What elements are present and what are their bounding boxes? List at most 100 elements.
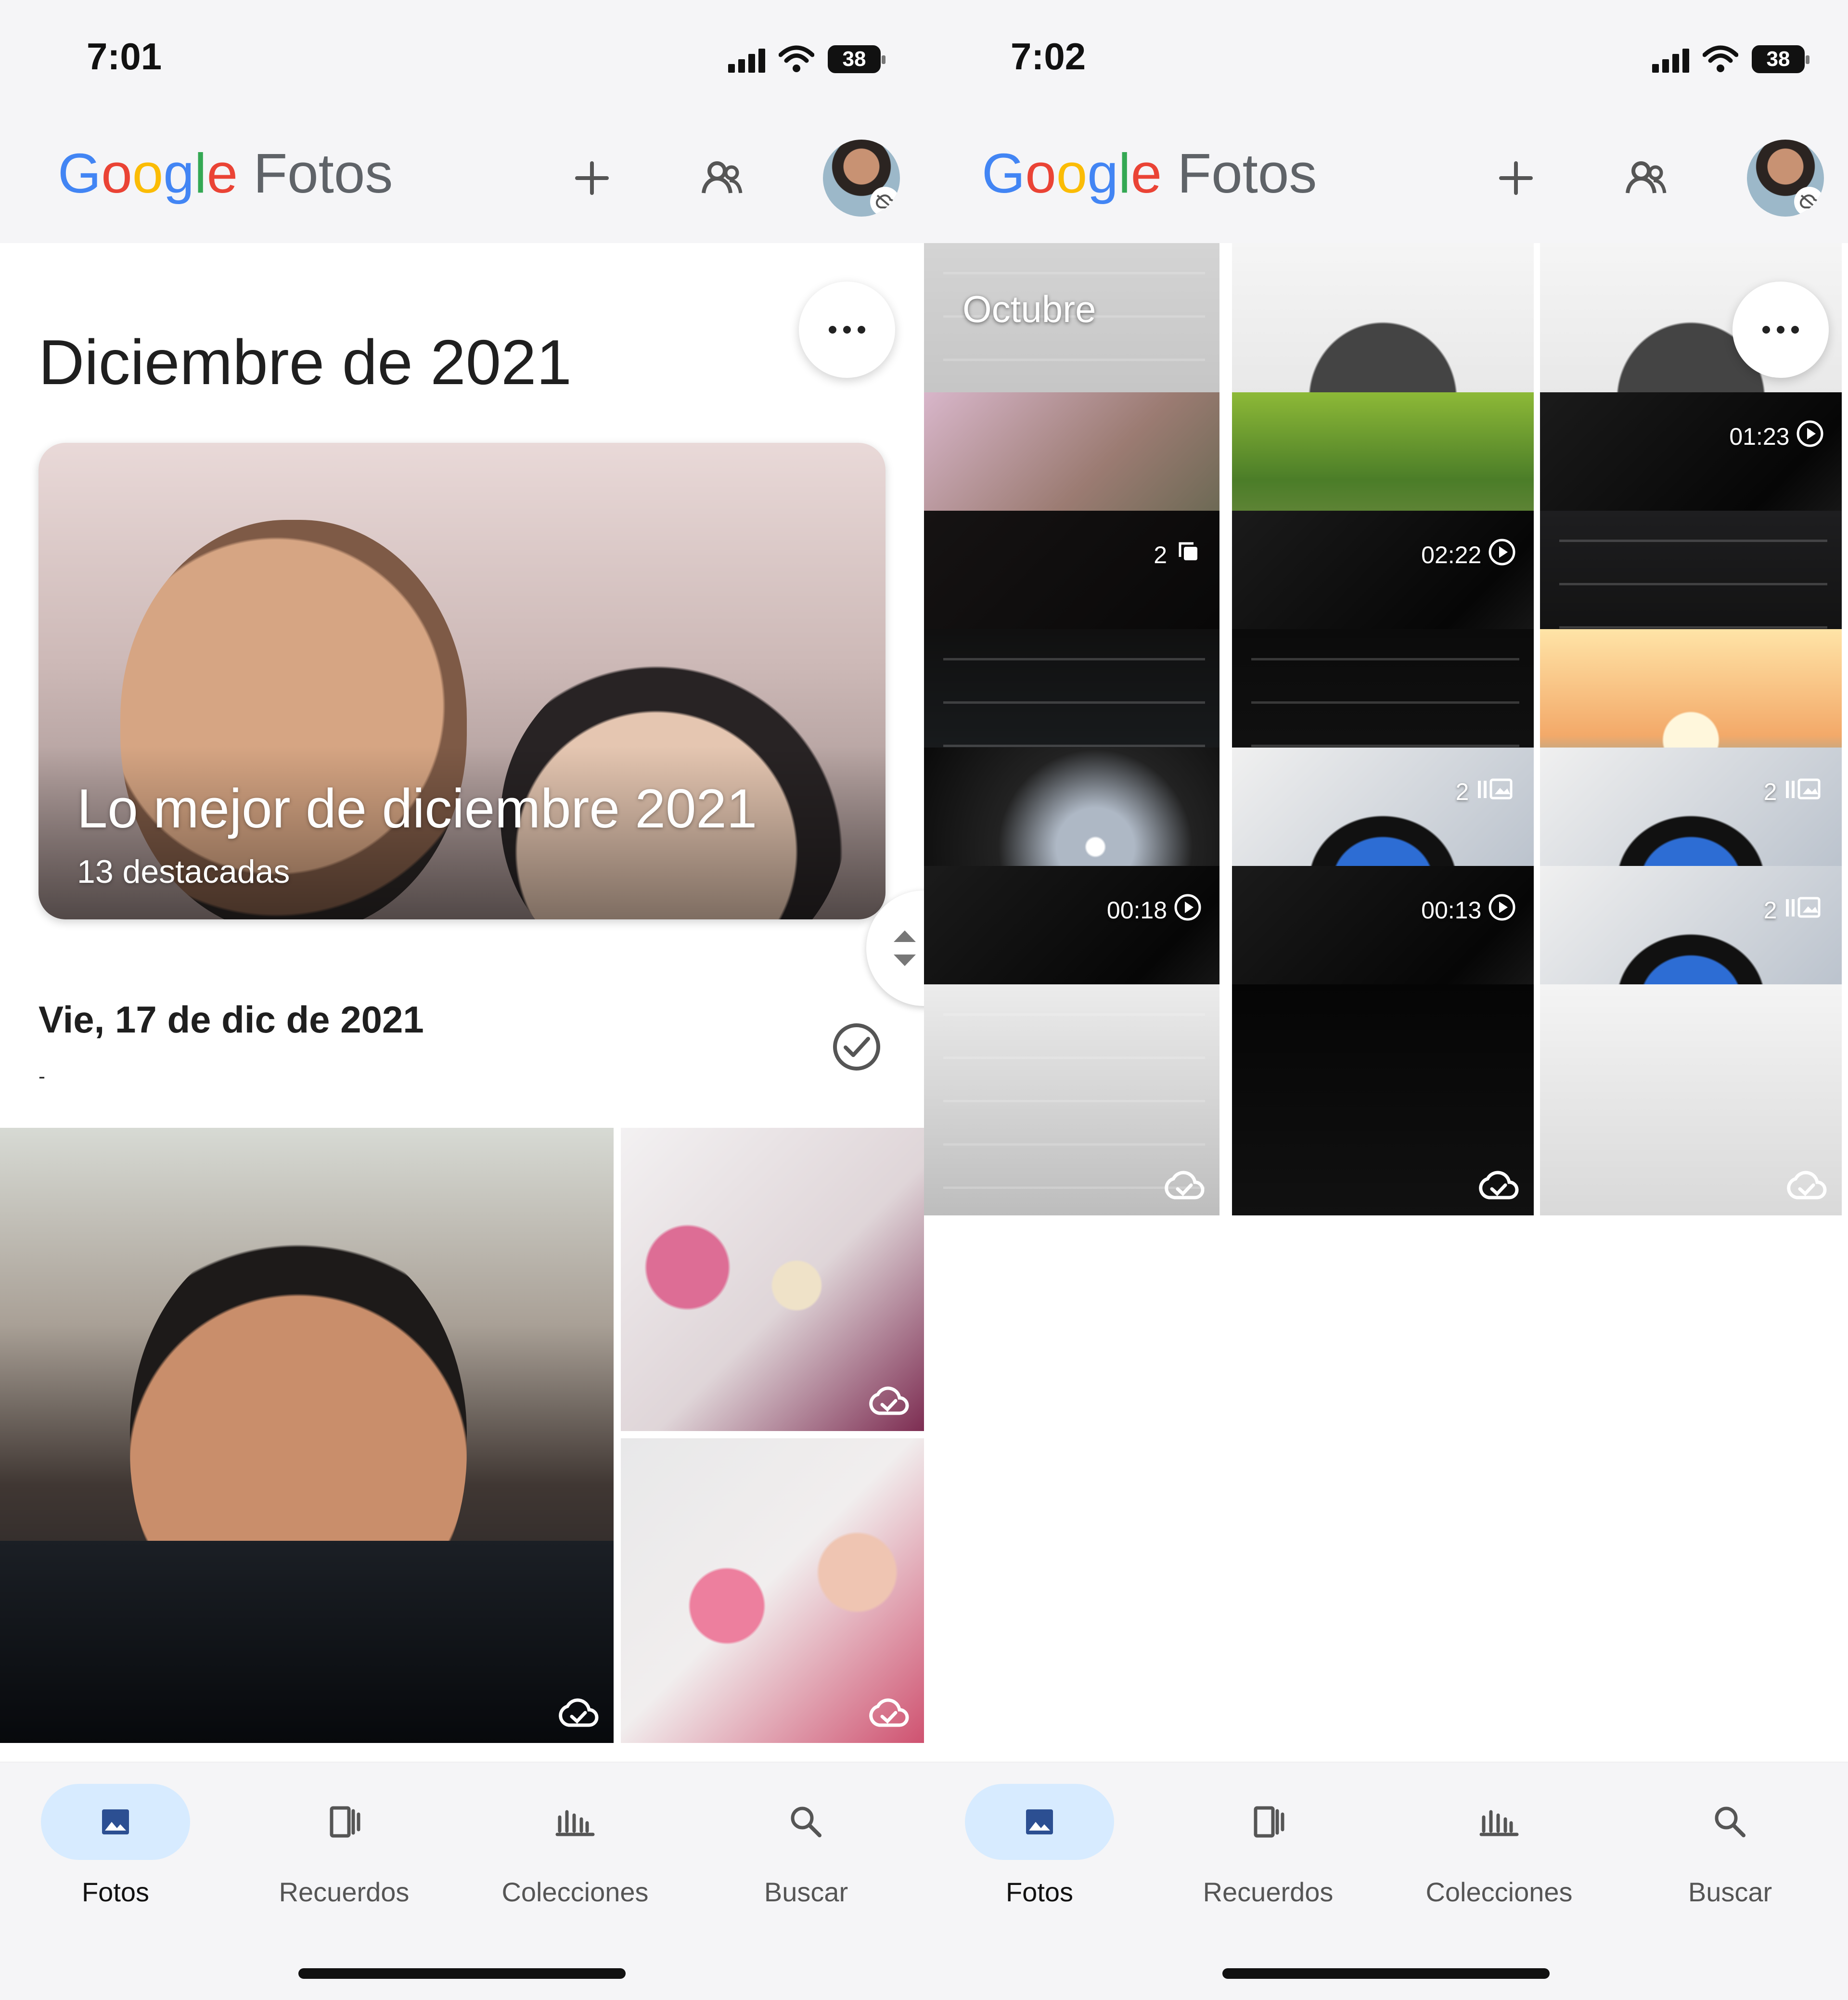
play-icon [1795,419,1825,454]
nav-pill [1656,1784,1805,1860]
wifi-icon [779,45,814,72]
photo-thumbnail-food[interactable] [621,1128,924,1431]
nav-label: Recuerdos [1203,1877,1334,1907]
logo-letter-o: o [101,142,132,205]
photo-grid-october: 01:23202:2200:2922200:1800:132Octubre [924,243,1848,1764]
status-icons: 38 [1652,42,1810,76]
right-phone-screen: 7:02 38 Google Fotos 01:23 2 02:22 2 2 0… [924,0,1848,2000]
tile-label-text: 00:18 [1106,897,1168,924]
nav-fotos[interactable]: Fotos [938,1784,1141,1911]
photo-icon [102,1809,129,1834]
people-icon [1626,161,1667,194]
nav-label: Buscar [1688,1877,1772,1907]
status-time: 7:02 [1011,35,1086,77]
photo-icon [1026,1809,1053,1834]
tile-label-text: 2 [1763,778,1777,805]
tile-label-text: 00:13 [1421,897,1482,924]
photo-tile-25[interactable] [924,984,1220,1215]
burst-count: 2 [1455,773,1517,811]
more-options-button[interactable] [1732,282,1829,378]
google-photos-logo: Google Fotos [982,145,1317,201]
more-options-button[interactable] [799,282,895,378]
battery-level: 38 [842,47,866,71]
motion-photo-icon [1783,774,1825,810]
nav-colecciones[interactable]: Colecciones [474,1784,676,1911]
highlight-card[interactable]: Lo mejor de diciembre 2021 13 destacadas [38,443,886,919]
top-app-bar: Google Fotos [0,116,924,243]
app-name: Fotos [1177,142,1317,205]
photo-tile-27[interactable] [1540,984,1842,1215]
profile-avatar[interactable] [1747,140,1824,217]
cloud-icon [1479,1171,1519,1200]
app-name: Fotos [253,142,393,205]
nav-colecciones[interactable]: Colecciones [1398,1784,1600,1911]
more-horizontal-icon [1762,326,1799,334]
nav-recuerdos[interactable]: Recuerdos [243,1784,445,1911]
photo-thumbnail-child[interactable] [621,1438,924,1743]
nav-fotos[interactable]: Fotos [14,1784,217,1911]
video-duration: 01:23 [1729,417,1825,456]
nav-recuerdos[interactable]: Recuerdos [1167,1784,1369,1911]
date-header: Vie, 17 de dic de 2021 [38,998,424,1041]
battery-icon: 38 [1752,45,1810,73]
logo-letter-g: G [58,142,102,205]
logo-letter-g: G [982,142,1026,205]
burst-count: 2 [1154,536,1203,574]
search-icon [1715,1806,1745,1837]
logo-letter-o: o [132,142,164,205]
nav-pill [1194,1784,1343,1860]
nav-buscar[interactable]: Buscar [705,1784,907,1911]
select-date-icon[interactable] [830,1020,883,1073]
signal-icon [1652,46,1689,73]
nav-pill [1424,1784,1574,1860]
profile-avatar[interactable] [823,140,900,217]
status-icons: 38 [728,42,886,76]
tile-label-text: 02:22 [1421,542,1482,568]
logo-letter-g: g [163,142,194,205]
home-indicator [298,1968,626,1979]
logo-letter-l: l [194,142,207,205]
google-photos-logo: Google Fotos [58,145,393,201]
video-duration: 00:13 [1421,891,1517,929]
month-title: Diciembre de 2021 [38,327,572,398]
logo-letter-g: g [1087,142,1118,205]
bottom-navigation: Fotos Recuerdos Colecciones Buscar [924,1762,1848,2000]
location-mark: - [38,1065,45,1087]
logo-letter-e: e [1130,142,1162,205]
cloud-icon [1165,1171,1205,1200]
photo-tile-26[interactable] [1232,984,1534,1215]
play-icon [1487,537,1517,573]
nav-label: Colecciones [1425,1877,1573,1907]
cloud-icon [869,1386,909,1415]
nav-buscar[interactable]: Buscar [1629,1784,1831,1911]
memories-icon [330,1806,360,1838]
plus-icon [1499,161,1533,195]
sharing-button[interactable] [688,144,756,212]
play-icon [1173,892,1203,928]
motion-photo-icon [1783,892,1825,928]
cloud-off-icon [1799,194,1819,209]
sharing-button[interactable] [1612,144,1680,212]
people-icon [702,161,743,194]
collections-icon [1479,1810,1519,1836]
nav-active-pill [41,1784,190,1860]
photo-thumbnail-selfie[interactable] [0,1128,614,1743]
more-horizontal-icon [829,326,865,334]
video-duration: 00:18 [1107,891,1203,929]
signal-icon [728,46,765,73]
stack-icon [1173,537,1203,573]
nav-pill [270,1784,419,1860]
top-app-bar: Google Fotos [924,116,1848,243]
add-button[interactable] [1482,144,1550,212]
logo-letter-e: e [206,142,238,205]
left-phone-screen: 7:01 38 Google Fotos Diciembre de 2021 L… [0,0,924,2000]
nav-label: Fotos [81,1877,150,1907]
add-button[interactable] [558,144,626,212]
month-header: Octubre [962,288,1096,330]
nav-pill [732,1784,881,1860]
play-icon [1487,892,1517,928]
cloud-off-icon [875,194,895,209]
logo-letter-o: o [1025,142,1056,205]
status-bar: 7:01 38 [0,0,924,116]
cloud-icon [559,1698,599,1727]
